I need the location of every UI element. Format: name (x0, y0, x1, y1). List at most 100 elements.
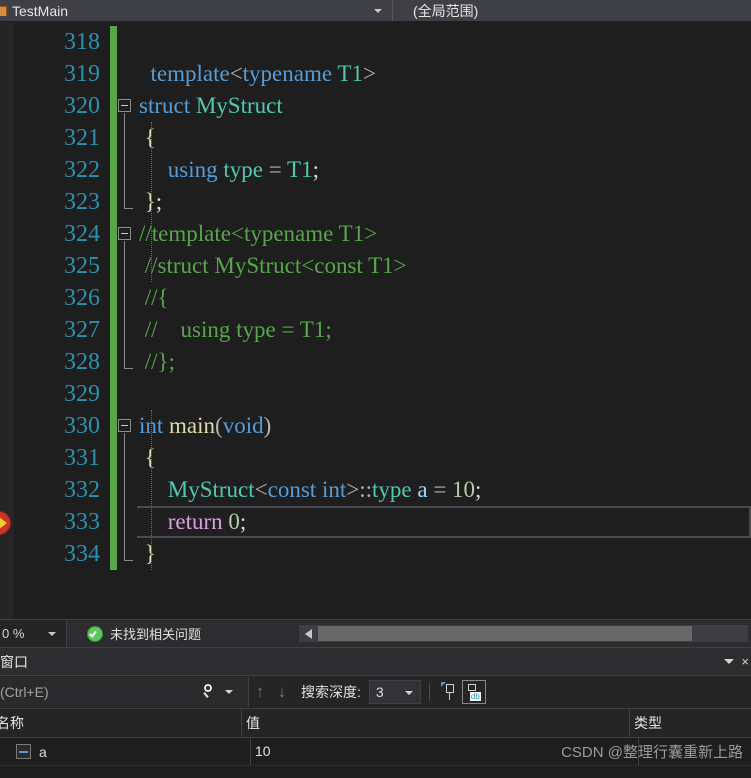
code-line[interactable]: int main(void) (137, 410, 751, 442)
grid-empty-area (0, 766, 751, 778)
chevron-down-icon[interactable] (48, 632, 56, 636)
breakpoint-margin[interactable] (0, 22, 14, 619)
search-icon[interactable] (202, 683, 218, 699)
member-dropdown-label: TestMain (12, 2, 69, 19)
code-token: type (371, 477, 412, 502)
member-scope-dropdown[interactable]: TestMain (0, 0, 393, 21)
line-number: 324 (64, 221, 100, 247)
code-text-area[interactable]: template<typename T1> struct MyStruct { u… (137, 22, 751, 619)
search-previous-button[interactable]: ↑ (249, 682, 271, 702)
fold-toggle-icon[interactable] (118, 99, 131, 112)
code-line[interactable]: { (137, 122, 751, 154)
global-scope-dropdown[interactable]: (全局范围) (393, 0, 751, 21)
chevron-down-icon[interactable] (404, 691, 413, 695)
change-bar-segment (110, 186, 117, 218)
code-line[interactable]: MyStruct<const int>::type a = 10; (137, 474, 751, 506)
code-token: < (254, 477, 268, 502)
autos-window-header[interactable]: 动窗口 × (0, 647, 751, 676)
code-line[interactable]: struct MyStruct (137, 90, 751, 122)
code-line[interactable]: using type = T1; (137, 154, 751, 186)
fold-region-end (124, 560, 133, 561)
chevron-down-icon[interactable] (724, 659, 734, 664)
table-row[interactable]: a 10 CSDN @整理行囊重新上路 (0, 738, 751, 766)
code-token: //}; (139, 349, 175, 374)
zoom-level-label: 0 % (2, 626, 25, 641)
code-token: //template<typename T1> (139, 221, 378, 246)
code-line[interactable]: //struct MyStruct<const T1> (137, 250, 751, 282)
chevron-down-icon[interactable] (225, 690, 233, 694)
pin-icon[interactable] (438, 680, 462, 704)
code-token: typename (242, 61, 333, 86)
change-bar-segment (110, 90, 117, 122)
change-bar-segment (110, 58, 117, 90)
search-depth-value: 3 (375, 684, 384, 700)
row-name-cell[interactable]: a (0, 738, 251, 765)
search-depth-dropdown[interactable]: 3 (368, 680, 421, 704)
variable-value[interactable]: 10 (251, 738, 639, 765)
close-icon[interactable]: × (741, 654, 749, 669)
line-number: 330 (64, 413, 100, 439)
code-token: ; (312, 157, 319, 182)
code-line[interactable]: //{ (137, 282, 751, 314)
change-bar-segment (110, 410, 117, 442)
column-header-type[interactable]: 类型 (630, 709, 751, 737)
line-number: 328 (64, 349, 100, 375)
class-type-icon (0, 5, 9, 16)
code-line[interactable]: template<typename T1> (137, 58, 751, 90)
code-line[interactable] (137, 26, 751, 58)
search-depth-label: 搜索深度: (301, 684, 361, 700)
change-bar-segment (110, 474, 117, 506)
line-number: 321 (64, 125, 100, 151)
change-bar-segment (110, 314, 117, 346)
line-number: 327 (64, 317, 100, 343)
code-line[interactable]: { (137, 442, 751, 474)
code-token: return (167, 509, 223, 534)
scrollbar-thumb[interactable] (318, 626, 692, 641)
code-token: > (362, 61, 376, 86)
line-number: 334 (64, 541, 100, 567)
line-number: 325 (64, 253, 100, 279)
code-token: { (139, 125, 156, 150)
outlining-margin[interactable] (117, 22, 137, 619)
hex-display-icon[interactable]: db (461, 680, 486, 704)
code-token: ( (215, 413, 223, 438)
search-input[interactable]: 索(Ctrl+E) (0, 677, 249, 707)
search-next-button[interactable]: ↓ (271, 682, 293, 702)
code-line[interactable] (137, 378, 751, 410)
code-line[interactable]: return 0; (137, 506, 751, 538)
collapse-box-icon[interactable] (16, 744, 31, 759)
autos-window: 动窗口 × 索(Ctrl+E) ↑ ↓ 搜索深度: 3 db 名称 值 类型 (0, 647, 751, 778)
code-token: MyStruct (167, 477, 255, 502)
variable-type[interactable] (639, 738, 751, 765)
line-number: 326 (64, 285, 100, 311)
code-token: //struct MyStruct<const T1> (139, 253, 407, 278)
issue-status: 未找到相关问题 (67, 624, 201, 643)
autos-toolbar: 索(Ctrl+E) ↑ ↓ 搜索深度: 3 db (0, 676, 751, 709)
code-token: using (167, 157, 218, 182)
line-number-gutter: 318 319 320 321 322 323 324 325 326 327 328 329 330 3… (14, 22, 110, 619)
code-line[interactable]: }; (137, 186, 751, 218)
pin-flag-icon (440, 682, 446, 687)
code-line[interactable]: //template<typename T1> (137, 218, 751, 250)
code-editor[interactable]: 318 319 320 321 322 323 324 325 326 327 328 329 330 3… (0, 22, 751, 619)
fold-toggle-icon[interactable] (118, 227, 131, 240)
code-line[interactable]: // using type = T1; (137, 314, 751, 346)
code-token: T1 (337, 61, 363, 86)
scroll-left-arrow-icon[interactable] (305, 628, 312, 639)
line-number: 331 (64, 445, 100, 471)
code-line[interactable]: //}; (137, 346, 751, 378)
toolbar-separator (428, 683, 430, 701)
chevron-down-icon[interactable] (374, 9, 382, 13)
fold-toggle-icon[interactable] (118, 419, 131, 432)
fold-region-line (124, 113, 125, 208)
code-line[interactable]: } (137, 538, 751, 570)
zoom-level-dropdown[interactable]: 0 % (0, 620, 67, 647)
line-number: 329 (64, 381, 100, 407)
horizontal-scrollbar[interactable] (299, 625, 748, 642)
column-header-value[interactable]: 值 (242, 709, 630, 737)
column-header-name[interactable]: 名称 (0, 709, 242, 737)
fold-region-end (124, 368, 133, 369)
fold-region-line (124, 433, 125, 560)
